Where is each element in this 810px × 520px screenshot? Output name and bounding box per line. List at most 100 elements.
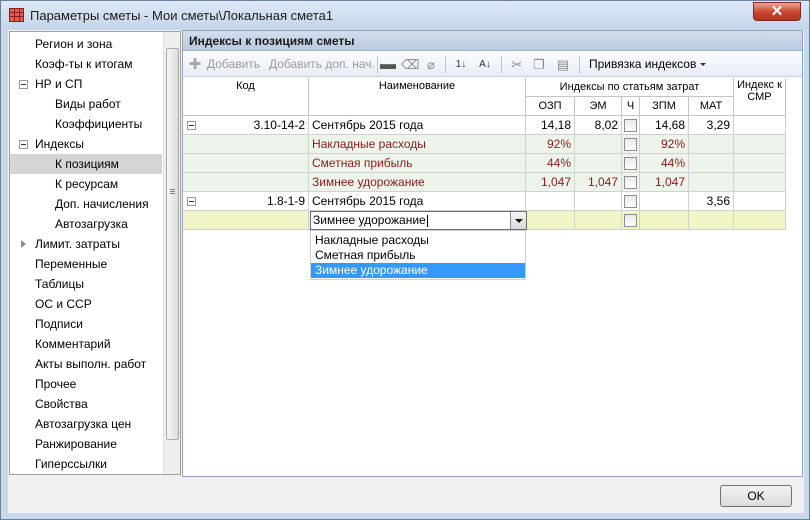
dropdown-option-winter[interactable]: Зимнее удорожание [311,263,525,278]
clear-format-icon[interactable]: ⌀ [423,57,439,73]
expand-arrow-icon[interactable] [21,240,26,248]
row-checkbox[interactable] [624,119,637,132]
row-name[interactable]: Зимнее удорожание [309,173,526,192]
sidebar-item-properties[interactable]: Свойства [10,394,162,414]
row-em[interactable] [575,192,622,211]
sidebar-item-hyperlinks[interactable]: Гиперссылки [10,454,162,474]
sidebar-item-extra-charges[interactable]: Доп. начисления [10,194,162,214]
sidebar-item-comment[interactable]: Комментарий [10,334,162,354]
column-header-ch[interactable]: Ч [622,97,640,116]
row-zpm[interactable] [640,211,689,230]
row-zpm[interactable]: 92% [640,135,689,154]
row-em[interactable]: 8,02 [575,116,622,135]
eraser-icon[interactable]: ⌫ [401,57,419,73]
sidebar-item-signatures[interactable]: Подписи [10,314,162,334]
sort-numeric-icon[interactable]: 1↓ [453,57,469,73]
sidebar-item-limited-costs[interactable]: Лимит. затраты [10,234,162,254]
column-header-smr[interactable]: Индекс к СМР [734,78,786,116]
row-em[interactable] [575,154,622,173]
sidebar-scrollbar[interactable] [163,32,180,474]
column-header-code[interactable]: Код [183,78,309,116]
toolbar-separator [501,56,502,73]
row-zpm[interactable]: 1,047 [640,173,689,192]
sidebar-item-variables[interactable]: Переменные [10,254,162,274]
sidebar-item-os-ssr[interactable]: ОС и ССР [10,294,162,314]
row-mat[interactable]: 3,29 [689,116,734,135]
row-smr[interactable] [734,192,786,211]
sidebar-item-work-types[interactable]: Виды работ [10,94,162,114]
sidebar-item-label: Ранжирование [35,437,117,451]
sort-alpha-icon[interactable]: A↓ [477,57,493,73]
row-mat[interactable] [689,173,734,192]
row-ozp[interactable]: 1,047 [526,173,575,192]
row-mat[interactable] [689,135,734,154]
row-smr[interactable] [734,154,786,173]
row-smr[interactable] [734,135,786,154]
row-checkbox[interactable] [624,214,637,227]
name-combobox[interactable]: Зимнее удорожание [310,211,527,230]
minus-delete-icon[interactable]: ▬ [380,57,396,73]
row-ozp[interactable] [526,192,575,211]
row-zpm[interactable] [640,192,689,211]
ok-button[interactable]: OK [720,485,792,507]
row-smr[interactable] [734,173,786,192]
sidebar-item-to-positions[interactable]: К позициям [10,154,162,174]
sidebar-item-label: Автозагрузка [55,217,128,231]
row-zpm[interactable]: 44% [640,154,689,173]
row-em[interactable]: 1,047 [575,173,622,192]
row-mat[interactable] [689,154,734,173]
sidebar-item-ranking[interactable]: Ранжирование [10,434,162,454]
close-button[interactable]: ✕ [753,2,801,21]
sidebar-item-acts[interactable]: Акты выполн. работ [10,354,162,374]
row-name[interactable]: Накладные расходы [309,135,526,154]
row-ozp[interactable] [526,211,575,230]
row-zpm[interactable]: 14,68 [640,116,689,135]
row-checkbox[interactable] [624,176,637,189]
copy-icon[interactable]: ❐ [531,57,547,73]
row-checkbox[interactable] [624,157,637,170]
collapse-icon[interactable] [19,80,28,89]
paste-icon[interactable]: ▤ [555,57,571,73]
row-em[interactable] [575,135,622,154]
dropdown-arrow-icon[interactable] [510,212,526,229]
add-extra-charge-button[interactable]: Добавить доп. нач. [269,52,375,77]
sidebar-item-tables[interactable]: Таблицы [10,274,162,294]
scrollbar-thumb[interactable] [166,48,179,440]
sidebar-item-price-autoload[interactable]: Автозагрузка цен [10,414,162,434]
column-header-zpm[interactable]: ЗПМ [640,97,689,116]
collapse-icon[interactable] [187,197,196,206]
row-smr[interactable] [734,116,786,135]
sidebar-item-region[interactable]: Регион и зона [10,34,162,54]
column-header-name[interactable]: Наименование [309,78,526,116]
sidebar-item-coefficients[interactable]: Коэффициенты [10,114,162,134]
index-binding-menu[interactable]: Привязка индексов [589,52,707,77]
row-checkbox[interactable] [624,138,637,151]
sidebar-item-nr-sp[interactable]: НР и СП [10,74,162,94]
row-name[interactable]: Сентябрь 2015 года [309,192,526,211]
row-smr[interactable] [734,211,786,230]
dropdown-option-overhead[interactable]: Накладные расходы [311,233,525,248]
row-ozp[interactable]: 14,18 [526,116,575,135]
row-name[interactable]: Сметная прибыль [309,154,526,173]
add-button[interactable]: Добавить [207,52,260,77]
row-mat[interactable] [689,211,734,230]
row-checkbox[interactable] [624,195,637,208]
column-header-em[interactable]: ЭМ [575,97,622,116]
row-mat[interactable]: 3,56 [689,192,734,211]
cut-icon[interactable]: ✂ [509,57,525,73]
sidebar-item-autoload[interactable]: Автозагрузка [10,214,162,234]
dropdown-option-profit[interactable]: Сметная прибыль [311,248,525,263]
collapse-icon[interactable] [19,140,28,149]
row-em[interactable] [575,211,622,230]
sidebar-item-to-resources[interactable]: К ресурсам [10,174,162,194]
column-header-mat[interactable]: МАТ [689,97,734,116]
sidebar-item-coefficients-totals[interactable]: Коэф-ты к итогам [10,54,162,74]
column-header-ozp[interactable]: ОЗП [526,97,575,116]
row-ozp[interactable]: 44% [526,154,575,173]
collapse-icon[interactable] [187,121,196,130]
row-ozp[interactable]: 92% [526,135,575,154]
sidebar-item-indexes[interactable]: Индексы [10,134,162,154]
sidebar-item-other[interactable]: Прочее [10,374,162,394]
row-ch-cell [622,173,640,192]
row-name[interactable]: Сентябрь 2015 года [309,116,526,135]
